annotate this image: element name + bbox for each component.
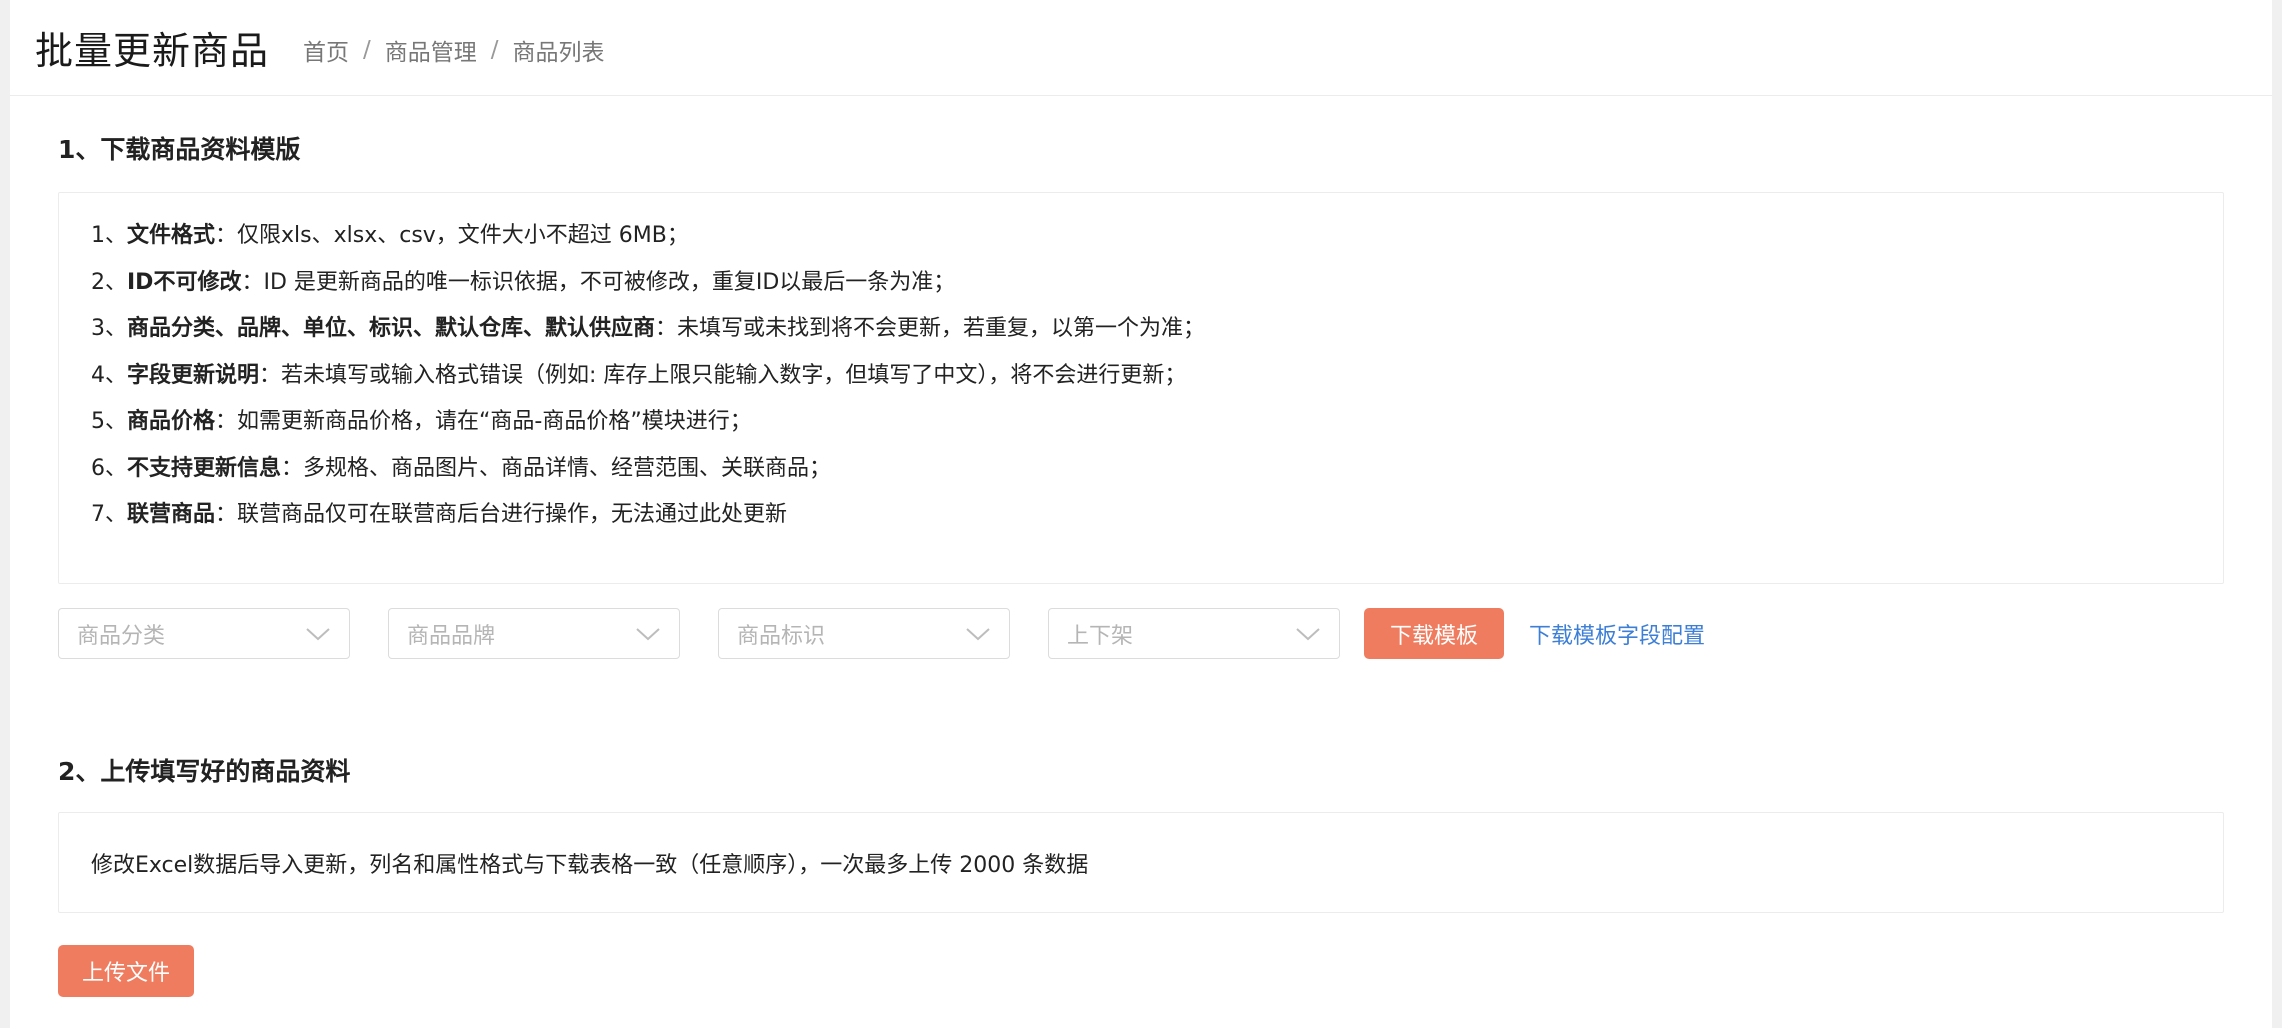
rule-item: 4、字段更新说明：若未填写或输入格式错误（例如: 库存上限只能输入数字，但填写了… — [91, 362, 1187, 388]
filter-bar: 商品分类 商品品牌 商品标识 上下架 下载模板 下载模板字段配置 — [58, 608, 2224, 659]
tag-placeholder: 商品标识 — [737, 623, 826, 649]
page-container: 批量更新商品 首页 / 商品管理 / 商品列表 1、下载商品资料模版 1、文件格… — [10, 0, 2272, 1028]
breadcrumb: 首页 / 商品管理 / 商品列表 — [303, 33, 605, 67]
listing-status-placeholder: 上下架 — [1067, 623, 1134, 649]
brand-select[interactable]: 商品品牌 — [388, 608, 680, 659]
rule-item: 2、ID不可修改：ID 是更新商品的唯一标识依据，不可被修改，重复ID以最后一条… — [91, 269, 956, 295]
rule-item: 6、不支持更新信息：多规格、商品图片、商品详情、经营范围、关联商品； — [91, 455, 832, 481]
category-placeholder: 商品分类 — [77, 623, 166, 649]
breadcrumb-home[interactable]: 首页 — [303, 33, 349, 67]
breadcrumb-separator: / — [490, 36, 499, 63]
rule-item: 3、商品分类、品牌、单位、标识、默认仓库、默认供应商：未填写或未找到将不会更新，… — [91, 316, 1206, 341]
chevron-down-icon — [636, 627, 660, 640]
chevron-down-icon — [966, 627, 990, 640]
tag-select[interactable]: 商品标识 — [718, 608, 1010, 659]
rule-item: 1、文件格式：仅限xls、xlsx、csv，文件大小不超过 6MB； — [91, 223, 689, 248]
rules-box: 1、文件格式：仅限xls、xlsx、csv，文件大小不超过 6MB； 2、ID不… — [58, 192, 2224, 584]
step1-title-wrap: 1、下载商品资料模版 — [58, 130, 2224, 166]
brand-placeholder: 商品品牌 — [407, 623, 496, 649]
download-template-button[interactable]: 下载模板 — [1364, 608, 1505, 659]
step2-title-wrap: 2、上传填写好的商品资料 — [58, 752, 2224, 788]
rule-item: 5、商品价格：如需更新商品价格，请在“商品-商品价格”模块进行； — [91, 409, 752, 434]
upload-note: 修改Excel数据后导入更新，列名和属性格式与下载表格一致（任意顺序），一次最多… — [91, 852, 1089, 878]
upload-file-button[interactable]: 上传文件 — [58, 945, 195, 997]
listing-status-select[interactable]: 上下架 — [1048, 608, 1340, 659]
page-title: 批量更新商品 — [35, 29, 270, 73]
step2-title: 2、上传填写好的商品资料 — [58, 757, 351, 786]
upload-notice-box: 修改Excel数据后导入更新，列名和属性格式与下载表格一致（任意顺序），一次最多… — [58, 812, 2224, 913]
breadcrumb-product-list: 商品列表 — [512, 39, 605, 66]
template-field-config-link[interactable]: 下载模板字段配置 — [1529, 618, 1705, 650]
rule-item: 7、联营商品：联营商品仅可在联营商后台进行操作，无法通过此处更新 — [91, 502, 788, 527]
step1-title: 1、下载商品资料模版 — [58, 135, 301, 164]
breadcrumb-product-management[interactable]: 商品管理 — [385, 33, 477, 67]
page-header: 批量更新商品 首页 / 商品管理 / 商品列表 — [10, 0, 2272, 96]
breadcrumb-separator: / — [363, 36, 371, 63]
chevron-down-icon — [306, 627, 330, 640]
chevron-down-icon — [1296, 627, 1320, 640]
category-select[interactable]: 商品分类 — [58, 608, 350, 659]
upload-button-wrap: 上传文件 — [58, 945, 2224, 997]
